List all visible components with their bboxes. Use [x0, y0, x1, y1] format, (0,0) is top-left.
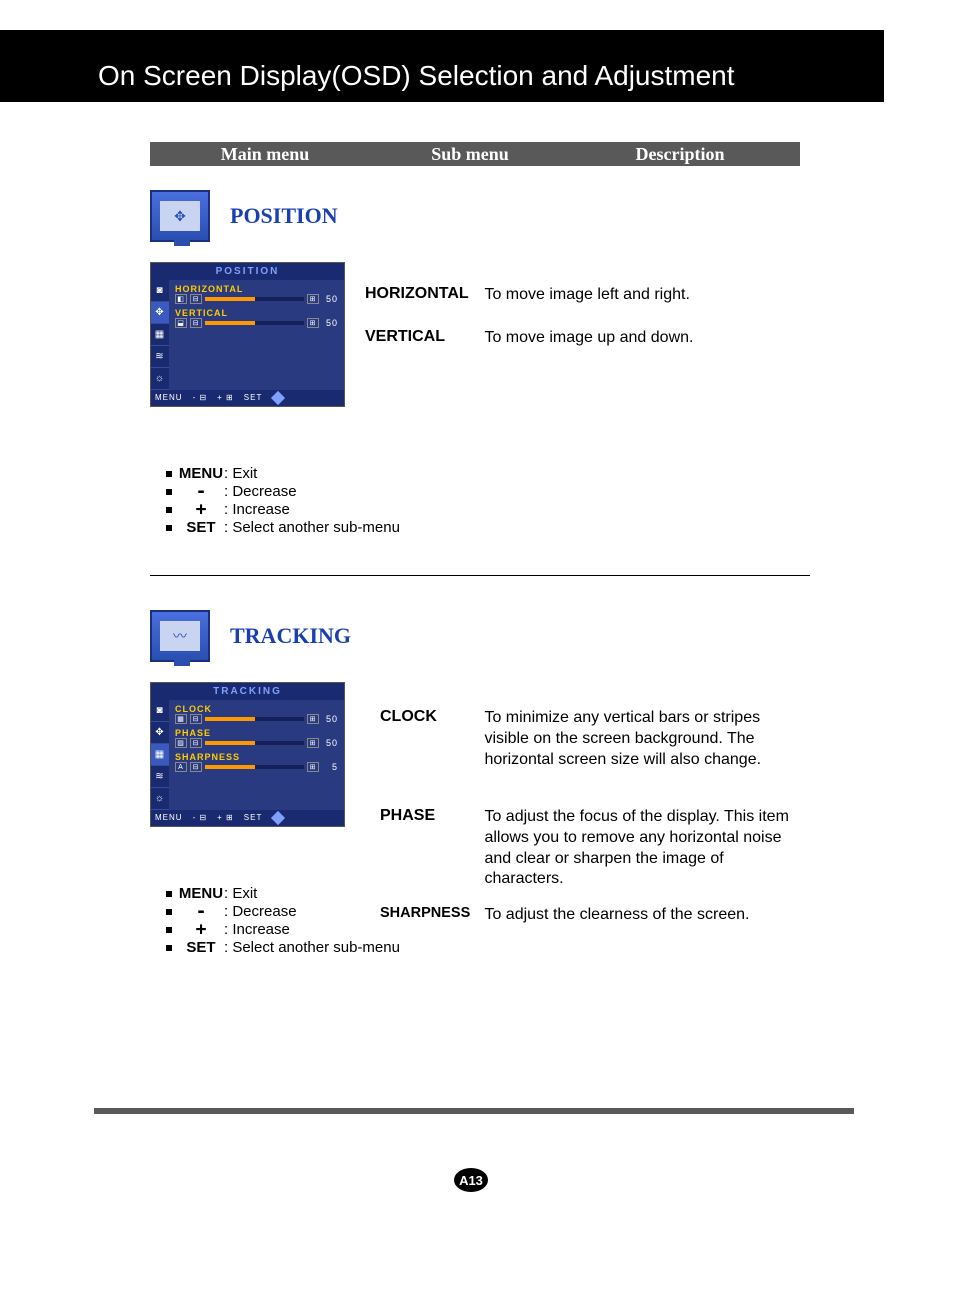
col-description: Description: [560, 144, 800, 165]
monitor-icon: 〰: [150, 610, 210, 662]
footer-bar: [94, 1108, 854, 1114]
submenu-horizontal: HORIZONTAL To move image left and right.: [365, 285, 794, 306]
page-number: A13: [454, 1168, 488, 1192]
section-title: TRACKING: [230, 623, 351, 649]
column-header-row: Main menu Sub menu Description: [150, 142, 800, 166]
osd-screenshot-position: POSITION ◙ ✥ ▦ ≋ ☼ HORIZONTAL ◧⊟⊞50 VERT…: [150, 262, 345, 407]
col-sub-menu: Sub menu: [380, 144, 560, 165]
submenu-clock: CLOCK To minimize any vertical bars or s…: [380, 708, 794, 770]
section-divider: [150, 575, 810, 576]
osd-screenshot-tracking: TRACKING ◙ ✥ ▦ ≋ ☼ CLOCK ▦⊟⊞50 PHASE ▨⊟⊞…: [150, 682, 345, 827]
page-header: On Screen Display(OSD) Selection and Adj…: [0, 30, 884, 102]
col-main-menu: Main menu: [150, 144, 380, 165]
legend-tracking: MENU: Exit -: Decrease +: Increase SET: …: [166, 885, 400, 957]
section-title: POSITION: [230, 203, 338, 229]
legend-position: MENU: Exit -: Decrease +: Increase SET: …: [166, 465, 400, 537]
submenu-sharpness: SHARPNESS To adjust the clearness of the…: [380, 905, 794, 926]
page-title: On Screen Display(OSD) Selection and Adj…: [98, 60, 735, 92]
submenu-vertical: VERTICAL To move image up and down.: [365, 328, 794, 349]
submenu-phase: PHASE To adjust the focus of the display…: [380, 807, 794, 890]
monitor-icon: ✥: [150, 190, 210, 242]
